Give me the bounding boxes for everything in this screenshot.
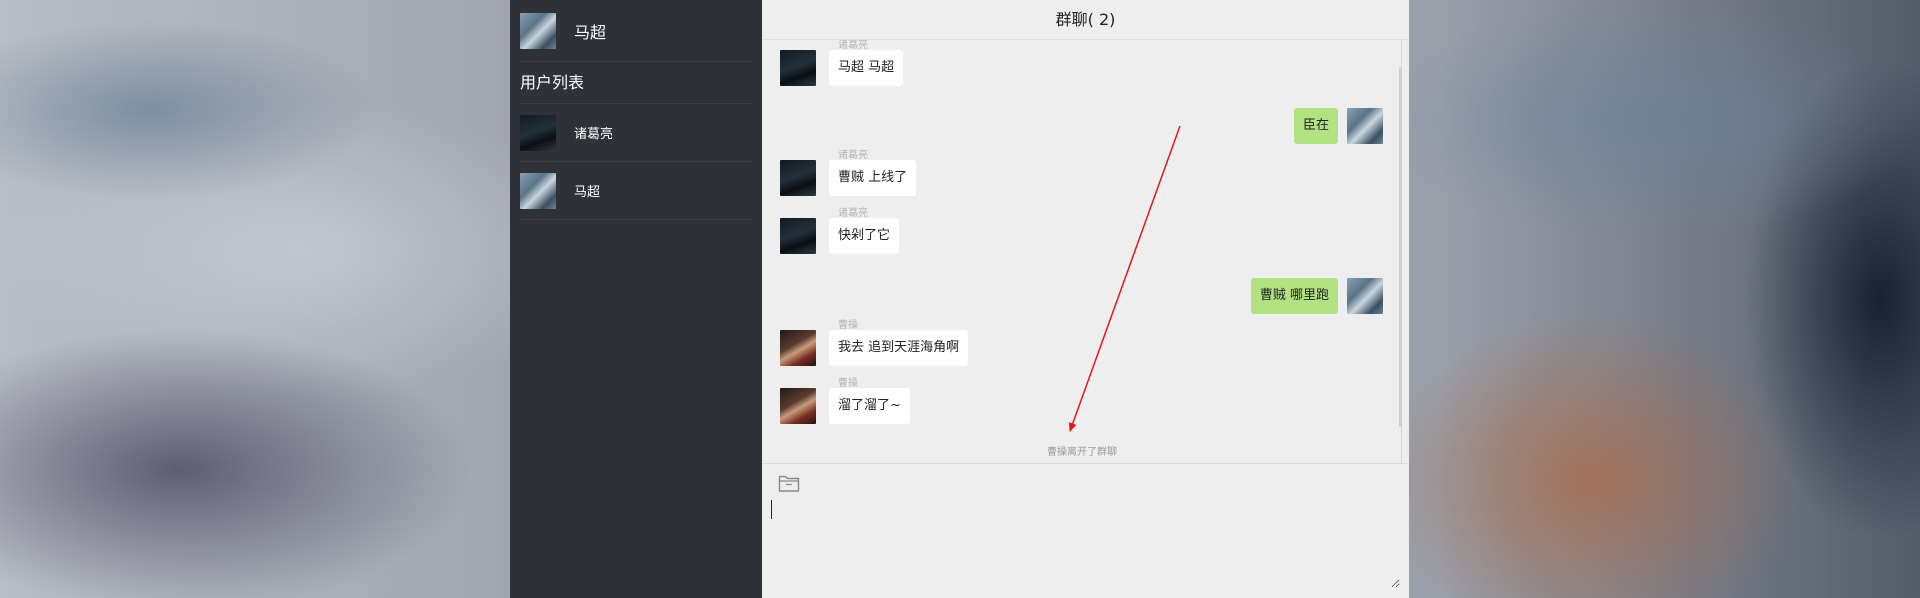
- annotation-arrow: [1068, 125, 1181, 432]
- composer-toolbar: [762, 463, 1409, 498]
- message-input[interactable]: [770, 498, 1400, 588]
- sidebar: 马超 用户列表 诸葛亮 马超: [510, 0, 762, 598]
- user-list-item-zhuge-liang[interactable]: 诸葛亮: [520, 104, 752, 162]
- current-user-avatar: [520, 12, 556, 49]
- folder-icon[interactable]: [778, 473, 800, 493]
- user-list-item-ma-chao[interactable]: 马超: [520, 162, 752, 220]
- user-list-title: 用户列表: [520, 62, 752, 104]
- user-name: 马超: [574, 185, 601, 200]
- chat-panel: 群聊( 2) 诸葛亮 马超 马超 臣在 诸葛亮 曹贼 上线了 诸葛亮 快剁了它 …: [762, 0, 1409, 598]
- user-avatar: [520, 114, 556, 151]
- text-caret: [771, 500, 772, 519]
- chat-app: 马超 用户列表 诸葛亮 马超 群聊( 2) 诸葛亮 马超 马超 臣在 诸葛亮 曹…: [510, 0, 1409, 598]
- user-avatar: [520, 172, 556, 209]
- user-name: 诸葛亮: [574, 127, 614, 142]
- current-user-name: 马超: [574, 22, 607, 42]
- current-user: 马超: [520, 0, 752, 62]
